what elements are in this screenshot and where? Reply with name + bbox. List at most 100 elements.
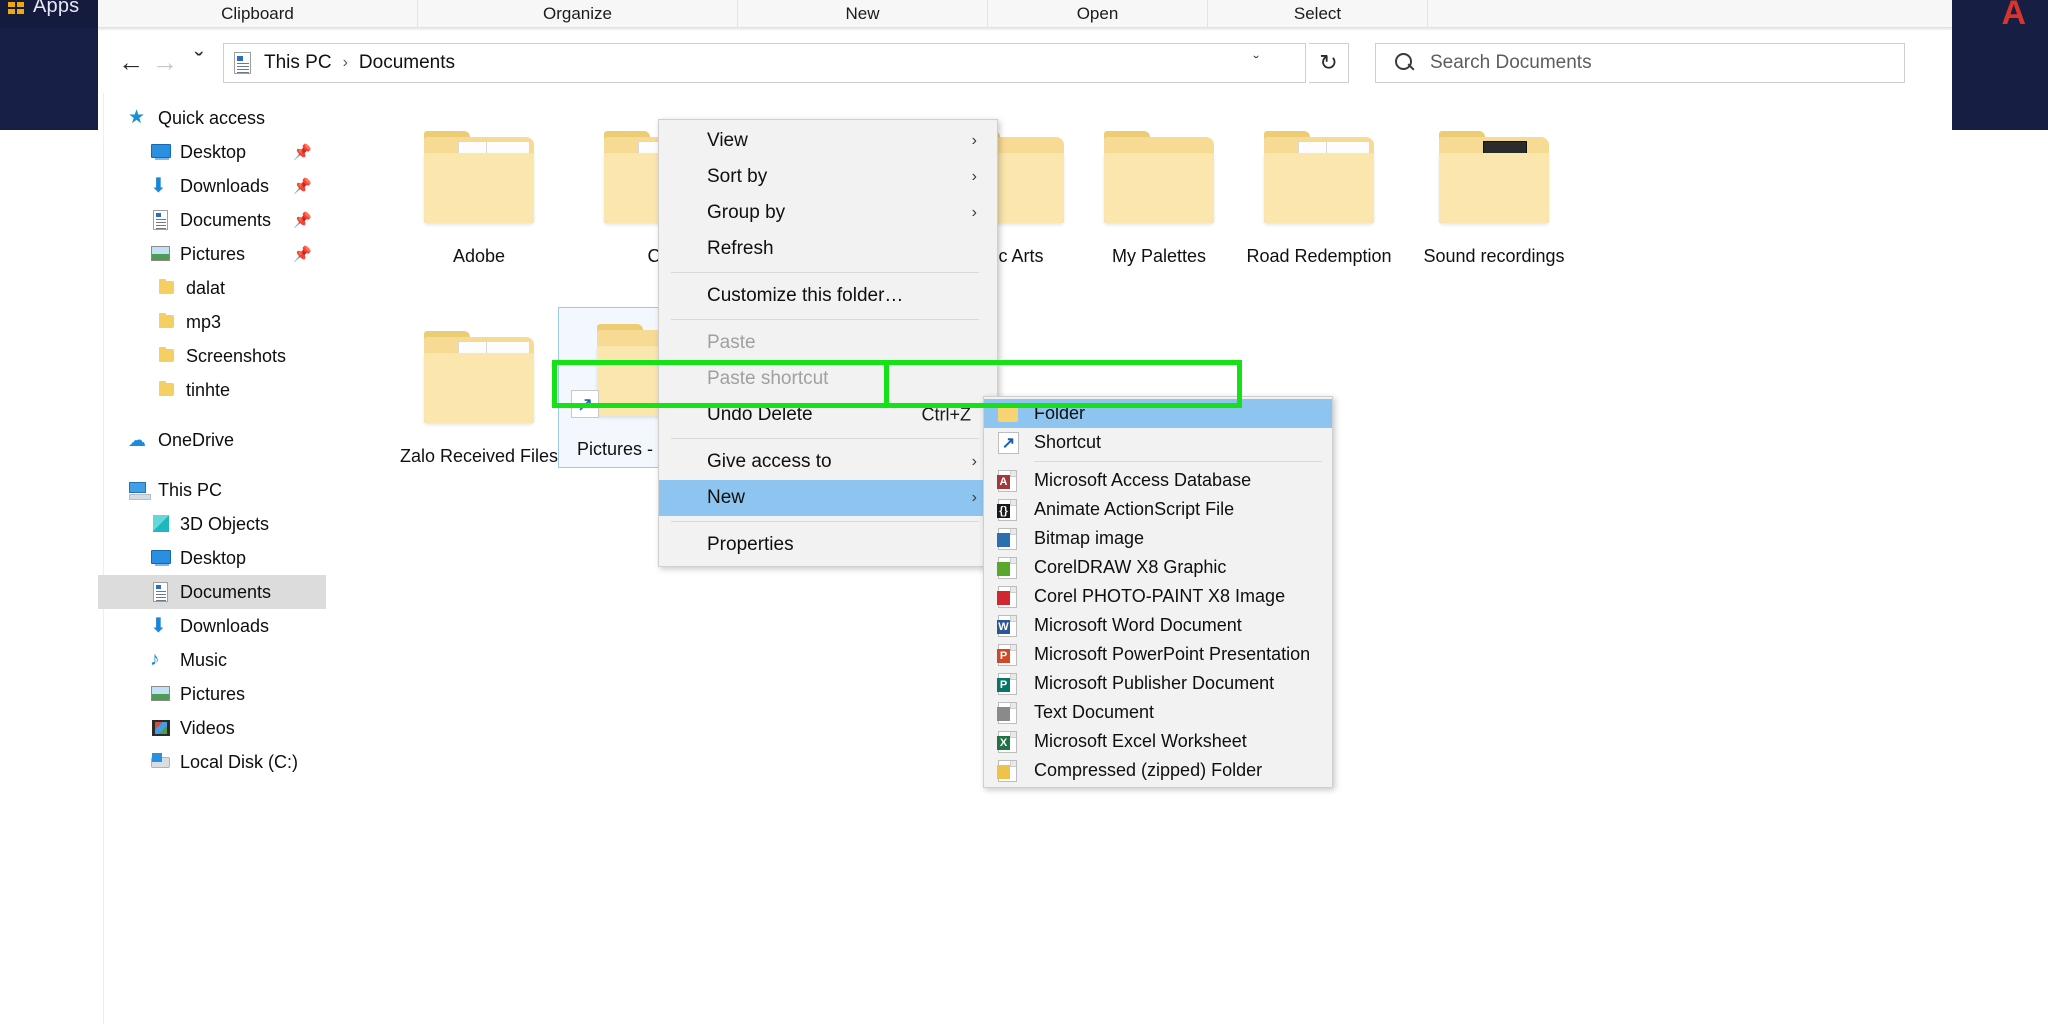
ribbon-group-clipboard[interactable]: Clipboard (98, 0, 418, 28)
navigation-bar: ← → ˇ ↑ This PC › Documents ˇ ↻ Search D… (98, 31, 1952, 93)
sidebar-item-pictures[interactable]: Pictures (98, 677, 326, 711)
context-menu-item-undo-delete[interactable]: Undo Delete Ctrl+Z (659, 397, 997, 433)
music-icon: ♪ (150, 649, 160, 670)
context-menu-item-label: Undo Delete (707, 404, 813, 425)
sidebar-item-desktop[interactable]: Desktop 📌 (98, 135, 326, 169)
chevron-right-icon: › (971, 453, 977, 470)
explorer-window: ← → ˇ ↑ This PC › Documents ˇ ↻ Search D… (98, 31, 1952, 1024)
chevron-down-icon[interactable]: ˇ (1253, 53, 1259, 73)
pin-icon[interactable]: 📌 (293, 177, 312, 195)
ribbon-group-organize[interactable]: Organize (418, 0, 738, 28)
sidebar-item-screenshots[interactable]: Screenshots (98, 339, 326, 373)
new-submenu[interactable]: Folder ↗ Shortcut A Microsoft Access Databas… (983, 396, 1333, 788)
new-submenu-item-label: CorelDRAW X8 Graphic (1034, 557, 1227, 577)
new-submenu-item-compressed-zipped-folder[interactable]: Compressed (zipped) Folder (984, 756, 1332, 785)
publisher-icon: P (994, 672, 1022, 696)
file-item[interactable]: Sound recordings (1401, 115, 1587, 274)
word-icon: W (994, 614, 1022, 638)
sidebar-item-desktop[interactable]: Desktop (98, 541, 326, 575)
sidebar-item-tinhte[interactable]: tinhte (98, 373, 326, 407)
sidebar-item-music[interactable]: ♪ Music (98, 643, 326, 677)
coreldraw-icon (994, 556, 1022, 580)
file-item[interactable]: Zalo Received Files (386, 315, 572, 474)
cloud-icon: ☁ (128, 430, 146, 450)
sidebar-item-dalat[interactable]: dalat (98, 271, 326, 305)
new-submenu-item-microsoft-powerpoint-presentation[interactable]: P Microsoft PowerPoint Presentation (984, 640, 1332, 669)
monitor-icon (150, 547, 172, 569)
ribbon-group-select[interactable]: Select (1208, 0, 1428, 28)
context-menu-item-new[interactable]: New › (659, 480, 997, 516)
context-menu-item-group-by[interactable]: Group by › (659, 195, 997, 231)
context-menu-item-label: New (707, 487, 746, 508)
ribbon-group-open[interactable]: Open (988, 0, 1208, 28)
sidebar-item-pictures[interactable]: Pictures 📌 (98, 237, 326, 271)
file-item-label: Adobe (452, 246, 506, 266)
sidebar-item-local-disk-c[interactable]: Local Disk (C:) (98, 745, 326, 779)
desktop-app-icon[interactable]: A (2001, 0, 2026, 33)
address-bar[interactable]: This PC › Documents ˇ (223, 43, 1306, 83)
new-submenu-item-bitmap-image[interactable]: Bitmap image (984, 524, 1332, 553)
pin-icon[interactable]: 📌 (293, 245, 312, 263)
sidebar-item-label: Documents (180, 209, 272, 230)
context-menu-item-sort-by[interactable]: Sort by › (659, 159, 997, 195)
refresh-button[interactable]: ↻ (1309, 43, 1349, 83)
back-button[interactable]: ← (112, 42, 150, 82)
sidebar-item-downloads[interactable]: ⬇ Downloads 📌 (98, 169, 326, 203)
new-submenu-item-label: Microsoft Excel Worksheet (1034, 731, 1247, 751)
sidebar-item-documents[interactable]: Documents (98, 575, 326, 609)
sidebar-item-label: OneDrive (158, 429, 235, 450)
sidebar-item-label: This PC (158, 479, 223, 500)
sidebar-item-videos[interactable]: Videos (98, 711, 326, 745)
new-submenu-item-microsoft-word-document[interactable]: W Microsoft Word Document (984, 611, 1332, 640)
new-submenu-item-microsoft-publisher-document[interactable]: P Microsoft Publisher Document (984, 669, 1332, 698)
pin-icon[interactable]: 📌 (293, 211, 312, 229)
forward-button[interactable]: → (146, 42, 184, 82)
context-menu-item-label: Paste (707, 332, 756, 353)
sidebar-item-mp3[interactable]: mp3 (98, 305, 326, 339)
breadcrumb-documents[interactable]: Documents (357, 52, 457, 74)
sidebar-item-documents[interactable]: Documents 📌 (98, 203, 326, 237)
new-submenu-item-shortcut[interactable]: ↗ Shortcut (984, 428, 1332, 457)
context-menu[interactable]: View › Sort by › Group by › Refresh Customize t… (658, 119, 998, 567)
documents-icon (232, 51, 254, 75)
context-menu-item-refresh[interactable]: Refresh (659, 231, 997, 267)
sidebar-item-label: mp3 (186, 311, 222, 332)
new-submenu-item-folder[interactable]: Folder (984, 399, 1332, 428)
folder-icon (156, 345, 178, 367)
new-submenu-item-animate-actionscript-file[interactable]: {} Animate ActionScript File (984, 495, 1332, 524)
sidebar-item-onedrive[interactable]: ☁ OneDrive (98, 423, 326, 457)
file-item[interactable]: Road Redemption (1226, 115, 1412, 274)
video-icon (150, 717, 172, 739)
breadcrumb-this-pc[interactable]: This PC (262, 52, 334, 74)
excel-icon: X (994, 730, 1022, 754)
file-item[interactable]: My Palettes (1066, 115, 1252, 274)
breadcrumb-separator-1: › (342, 54, 348, 71)
context-menu-item-give-access-to[interactable]: Give access to › (659, 444, 997, 480)
download-icon: ⬇ (150, 615, 167, 637)
sidebar-item-quick-access[interactable]: ★ Quick access (98, 101, 326, 135)
desktop-left-strip: Apps (0, 0, 98, 28)
file-item[interactable]: Adobe (386, 115, 572, 274)
search-box[interactable]: Search Documents (1375, 43, 1905, 83)
sidebar-item-label: tinhte (186, 379, 231, 400)
ribbon-group-new[interactable]: New (738, 0, 988, 28)
new-submenu-item-corel-photo-paint-x8-image[interactable]: Corel PHOTO-PAINT X8 Image (984, 582, 1332, 611)
sidebar-item-3d-objects[interactable]: 3D Objects (98, 507, 326, 541)
new-submenu-item-text-document[interactable]: Text Document (984, 698, 1332, 727)
sidebar-item-downloads[interactable]: ⬇ Downloads (98, 609, 326, 643)
pin-icon[interactable]: 📌 (293, 143, 312, 161)
sidebar-item-this-pc[interactable]: This PC (98, 473, 326, 507)
new-submenu-item-coreldraw-x8-graphic[interactable]: CorelDRAW X8 Graphic (984, 553, 1332, 582)
navigation-pane[interactable]: ★ Quick access Desktop 📌 ⬇ Downloads 📌 Document… (98, 93, 326, 1024)
picture-icon (150, 243, 172, 265)
download-icon: ⬇ (150, 175, 167, 197)
chevron-right-icon: › (971, 168, 977, 185)
new-submenu-item-microsoft-access-database[interactable]: A Microsoft Access Database (984, 466, 1332, 495)
context-menu-item-properties[interactable]: Properties (659, 527, 997, 563)
new-submenu-item-microsoft-excel-worksheet[interactable]: X Microsoft Excel Worksheet (984, 727, 1332, 756)
context-menu-item-customize-this-folder[interactable]: Customize this folder… (659, 278, 997, 314)
context-menu-item-view[interactable]: View › (659, 123, 997, 159)
sidebar-item-label: Documents (180, 581, 272, 602)
new-submenu-item-label: Microsoft Publisher Document (1034, 673, 1275, 693)
sidebar-item-label: Pictures (180, 683, 246, 704)
